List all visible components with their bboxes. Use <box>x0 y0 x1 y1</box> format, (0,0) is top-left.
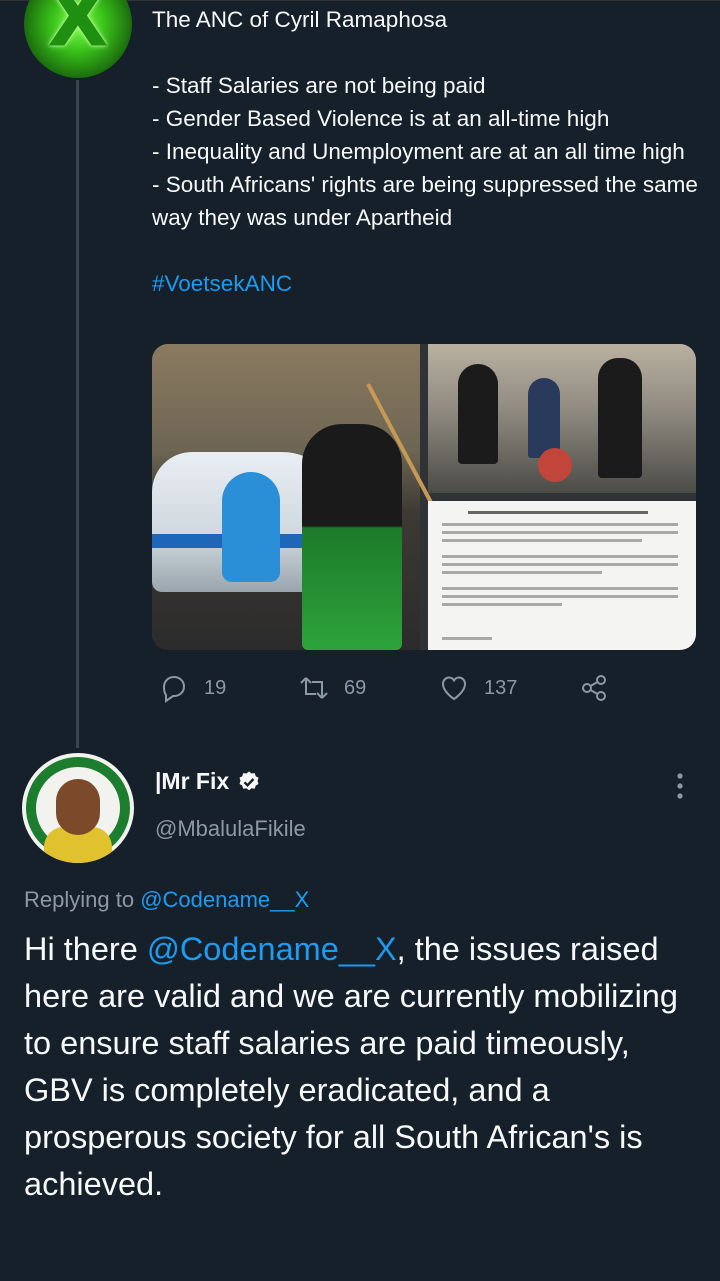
display-name-text: |Mr Fix <box>155 768 230 794</box>
tweet-line: - Staff Salaries are not being paid <box>152 73 486 98</box>
person-shape <box>302 424 402 650</box>
mention-link[interactable]: @Codename__X <box>147 931 397 967</box>
retweet-count: 69 <box>344 676 367 699</box>
tweet-text: The ANC of Cyril Ramaphosa - Staff Salar… <box>152 3 708 300</box>
doc-line <box>442 555 678 558</box>
like-button[interactable]: 137 <box>438 672 517 704</box>
person-shape <box>458 364 498 464</box>
police-car-confrontation-image[interactable] <box>152 344 436 650</box>
replying-to-mention-link[interactable]: @Codename__X <box>140 887 309 912</box>
reply-icon <box>162 675 186 703</box>
reply-text-rest: , the issues raised here are valid and w… <box>24 931 678 1202</box>
retweet-button[interactable]: 69 <box>298 672 366 704</box>
replying-to: Replying to @Codename__X <box>24 887 309 913</box>
tweet-line <box>152 234 708 267</box>
doc-line <box>442 571 602 574</box>
doc-line <box>442 595 678 598</box>
doc-line <box>442 531 678 534</box>
doc-line <box>442 603 562 606</box>
more-options-icon[interactable] <box>666 772 694 800</box>
tweet-line: - South Africans' rights are being suppr… <box>152 172 698 230</box>
hashtag-link[interactable]: #VoetsekANC <box>152 271 292 296</box>
reply-count: 19 <box>204 676 227 699</box>
replying-prefix: Replying to <box>24 887 141 912</box>
reply-button[interactable]: 19 <box>158 672 226 704</box>
avatar-face <box>56 779 100 835</box>
doc-line <box>442 637 492 640</box>
street-protest-image[interactable] <box>428 344 696 493</box>
tweet-line <box>152 36 708 69</box>
person-shape <box>222 472 280 582</box>
retweet-icon <box>300 677 328 699</box>
doc-line <box>442 523 678 526</box>
tweet-line: - Gender Based Violence is at an all-tim… <box>152 106 610 131</box>
doc-line <box>442 539 642 542</box>
tweet-line: The ANC of Cyril Ramaphosa <box>152 7 448 32</box>
user-handle[interactable]: @MbalulaFikile <box>155 816 306 842</box>
share-icon <box>582 675 606 701</box>
like-count: 137 <box>484 676 518 699</box>
person-shape <box>598 358 642 478</box>
reply-text: Hi there @Codename__X, the issues raised… <box>24 926 704 1208</box>
mr-fix-avatar[interactable] <box>22 753 134 863</box>
share-button[interactable] <box>578 672 610 704</box>
author-avatar[interactable]: X <box>24 0 132 78</box>
display-name[interactable]: |Mr Fix <box>155 768 261 795</box>
person-shape <box>528 378 560 458</box>
doc-line <box>442 587 678 590</box>
tweet-line: - Inequality and Unemployment are at an … <box>152 139 685 164</box>
person-shape <box>538 448 572 482</box>
verified-badge-icon <box>239 771 259 790</box>
doc-line <box>468 511 648 514</box>
thread-line <box>76 80 79 748</box>
x-logo-icon: X <box>47 0 109 65</box>
tweet-media-grid <box>152 344 696 650</box>
doc-line <box>442 563 678 566</box>
heart-icon <box>441 676 467 701</box>
reply-text-start: Hi there <box>24 931 147 967</box>
salary-letter-document-image[interactable] <box>428 501 696 650</box>
